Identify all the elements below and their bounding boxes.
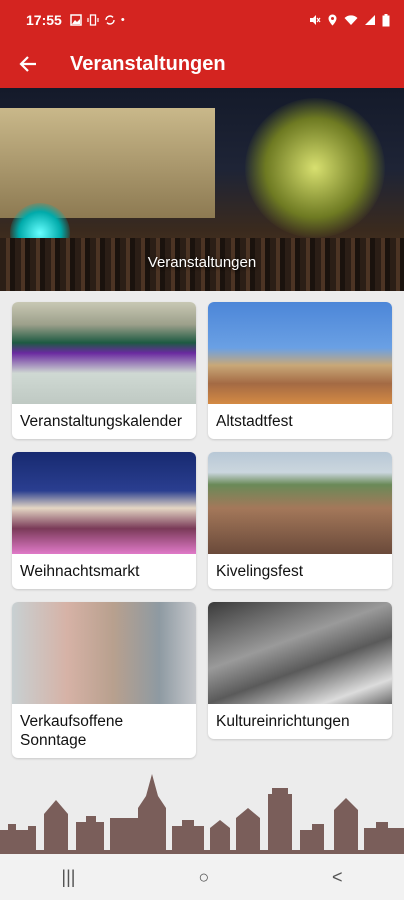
wifi-icon [344,15,358,25]
tile-label: Altstadtfest [216,413,293,430]
tile-image [12,302,196,404]
page-title: Veranstaltungen [70,52,226,75]
tile-label: Verkaufsoffene Sonntage [20,713,124,749]
tile-veranstaltungskalender[interactable]: Veranstaltungskalender [12,302,196,439]
vibrate-icon [87,14,99,26]
mute-icon [310,15,321,25]
location-icon [328,14,337,26]
image-icon [70,14,82,26]
back-nav-button[interactable]: < [332,867,343,888]
status-time: 17:55 [26,12,62,28]
status-bar: 17:55 • [0,0,404,40]
tile-label: Kivelingsfest [216,563,304,580]
sync-icon [105,15,115,25]
recents-button[interactable]: ||| [61,867,75,888]
tile-image [208,602,392,704]
signal-icon [365,15,375,25]
tile-image [208,452,392,554]
tile-label: Veranstaltungskalender [20,413,183,430]
tile-image [208,302,392,404]
tile-image [12,452,196,554]
tile-label: Kultureinrichtungen [216,713,350,730]
tile-image [12,602,196,704]
tile-weihnachtsmarkt[interactable]: Weihnachtsmarkt [12,452,196,589]
notification-dot-icon: • [120,14,125,26]
home-button[interactable]: ○ [198,867,209,888]
system-navigation-bar: ||| ○ < [0,854,404,900]
tile-verkaufsoffene-sonntage[interactable]: Verkaufsoffene Sonntage [12,602,196,758]
hero-tree [245,98,385,238]
tile-kultureinrichtungen[interactable]: Kultureinrichtungen [208,602,392,739]
tile-altstadtfest[interactable]: Altstadtfest [208,302,392,439]
city-skyline-illustration [0,774,404,854]
hero-caption: Veranstaltungen [147,254,257,271]
tile-kivelingsfest[interactable]: Kivelingsfest [208,452,392,589]
back-button[interactable] [0,40,56,88]
arrow-back-icon [19,56,36,72]
battery-icon [382,13,390,26]
app-bar: Veranstaltungen [0,40,404,88]
tile-label: Weihnachtsmarkt [20,563,140,580]
hero-building [0,108,215,218]
